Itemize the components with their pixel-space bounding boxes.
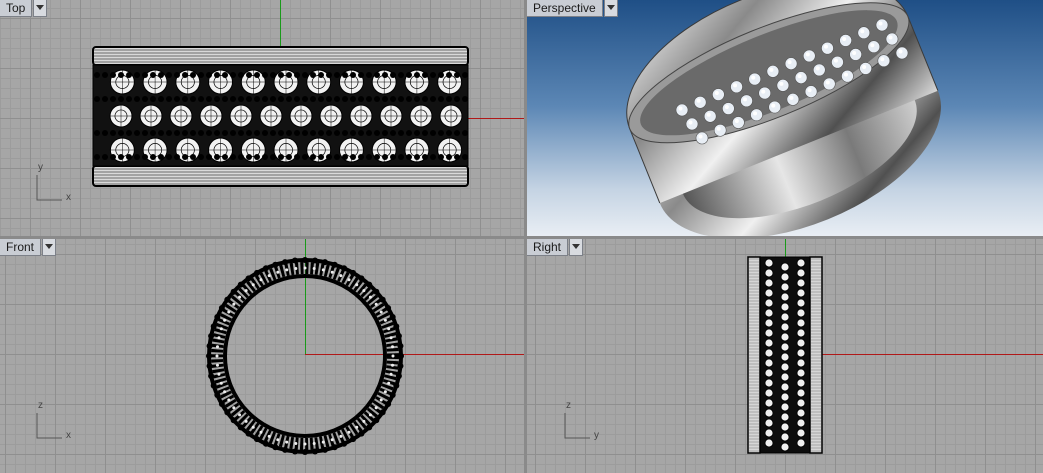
axis-triad-icon <box>36 175 62 201</box>
viewport-title[interactable]: Front <box>0 239 42 256</box>
axis-label-a: x <box>66 430 71 441</box>
dropdown-arrow-icon[interactable] <box>33 0 48 17</box>
axis-triad-icon <box>564 413 590 439</box>
viewport-title[interactable]: Right <box>527 239 569 256</box>
viewport-label-perspective: Perspective <box>527 0 618 17</box>
axis-label-b: y <box>38 162 43 173</box>
axis-triad-icon <box>36 413 62 439</box>
viewport-top[interactable]: Top y x <box>0 0 524 236</box>
viewport-label-front: Front <box>0 239 57 256</box>
dropdown-arrow-icon[interactable] <box>42 239 57 256</box>
dropdown-arrow-icon[interactable] <box>569 239 584 256</box>
axis-label-b: z <box>566 400 571 411</box>
axis-label-a: y <box>594 430 599 441</box>
viewport-title[interactable]: Perspective <box>527 0 603 17</box>
dropdown-arrow-icon[interactable] <box>603 0 618 17</box>
axis-label-b: z <box>38 400 43 411</box>
viewport-label-right: Right <box>527 239 584 256</box>
viewport-layout: Top y x Perspective Front z x Right z y <box>0 0 1043 473</box>
viewport-perspective[interactable]: Perspective <box>527 0 1043 236</box>
viewport-right[interactable]: Right z y <box>527 239 1043 473</box>
viewport-front[interactable]: Front z x <box>0 239 524 473</box>
ring-rendered <box>626 0 941 236</box>
viewport-title[interactable]: Top <box>0 0 33 17</box>
axis-label-a: x <box>66 192 71 203</box>
viewport-label-top: Top <box>0 0 48 17</box>
